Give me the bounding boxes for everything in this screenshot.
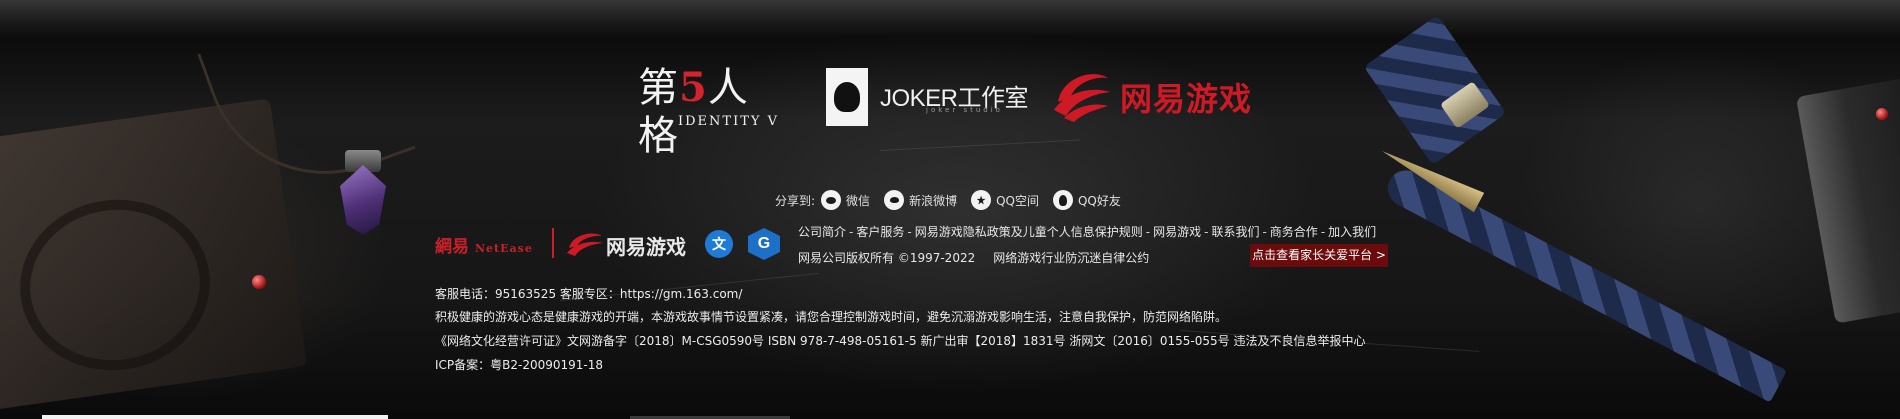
- red-pin-decoration: [1876, 108, 1888, 120]
- link-separator: -: [1204, 225, 1209, 239]
- link-netease-games[interactable]: 网易游戏: [1153, 225, 1201, 239]
- health-notice: 积极健康的游戏心态是健康游戏的开端，本游戏故事情节设置紧凑，请您合理控制游戏时间…: [435, 310, 1228, 324]
- service-info: 客服电话：95163525 客服专区：https://gm.163.com/: [435, 287, 743, 301]
- share-item-label: QQ好友: [1077, 193, 1121, 208]
- parent-care-button[interactable]: 点击查看家长关爱平台 >: [1250, 244, 1388, 267]
- share-qzone[interactable]: QQ空间: [971, 190, 1039, 210]
- g-badge-glyph: G: [757, 235, 771, 252]
- brand-divider: [552, 228, 554, 258]
- weibo-icon: [884, 190, 905, 210]
- icp-info[interactable]: ICP备案：粤B2-20090191-18: [435, 356, 603, 373]
- share-wechat[interactable]: 微信: [821, 190, 870, 210]
- red-pin-decoration: [252, 275, 266, 289]
- link-separator: -: [1145, 225, 1151, 239]
- link-separator: -: [849, 225, 854, 239]
- logo-number: 5: [679, 64, 708, 111]
- identity-v-title: 第5人格: [638, 64, 784, 160]
- self-discipline-link[interactable]: 网络游戏行业防沉迷自律公约: [993, 251, 1149, 265]
- footer-links: 公司简介 - 客户服务 - 网易游戏隐私政策及儿童个人信息保护规则 - 网易游戏 - 联系我们 -…: [798, 223, 1376, 240]
- bottom-scroll-indicator: [42, 415, 388, 419]
- identity-v-logo[interactable]: 第5人格 IDENTITY V: [638, 64, 784, 159]
- joker-studio-sub: joker studio: [926, 106, 1003, 114]
- joker-studio-logo[interactable]: JOKER工作室 joker studio: [826, 68, 1046, 126]
- logo-char: 第: [638, 65, 679, 111]
- culture-badge-icon[interactable]: 文: [705, 230, 733, 258]
- share-qq[interactable]: QQ好友: [1052, 190, 1121, 210]
- netease-games-small-logo[interactable]: 网易游戏: [566, 228, 691, 260]
- copyright-text: 网易公司版权所有 ©1997-2022: [798, 251, 976, 265]
- netease-brand-cn: 網易: [435, 237, 469, 257]
- netease-games-small-mark-icon: [567, 233, 603, 256]
- link-separator: -: [907, 225, 912, 239]
- netease-games-text: 网易游戏: [1120, 80, 1253, 118]
- share-item-label: QQ空间: [996, 193, 1039, 208]
- culture-badge-glyph: 文: [712, 237, 726, 253]
- share-weibo[interactable]: 新浪微博: [884, 190, 957, 210]
- copyright-row: 网易公司版权所有 ©1997-2022 网络游戏行业防沉迷自律公约: [798, 249, 1149, 266]
- share-item-label: 新浪微博: [909, 193, 958, 208]
- netease-brand-logo[interactable]: 網易 NetEase: [435, 232, 533, 257]
- identity-v-subtitle: IDENTITY V: [678, 114, 780, 129]
- netease-games-small-text: 网易游戏: [606, 235, 686, 259]
- license-info[interactable]: 《网络文化经营许可证》文网游备字〔2018〕M-CSG0590号 ISBN 97…: [435, 332, 1365, 349]
- wechat-icon: [821, 190, 842, 210]
- link-join-us[interactable]: 加入我们: [1328, 225, 1376, 239]
- share-item-label: 微信: [846, 193, 871, 208]
- netease-games-logo[interactable]: 网易游戏: [1052, 68, 1262, 122]
- share-label: 分享到:: [775, 193, 816, 208]
- link-customer-service[interactable]: 客户服务: [856, 225, 904, 239]
- link-privacy-policy[interactable]: 网易游戏隐私政策及儿童个人信息保护规则: [915, 225, 1143, 239]
- netease-brand-en: NetEase: [475, 242, 533, 255]
- link-contact-us[interactable]: 联系我们: [1211, 225, 1259, 239]
- share-bar: 分享到: 微信 新浪微博 QQ空间 QQ好友: [775, 190, 1135, 210]
- link-company-intro[interactable]: 公司简介: [798, 225, 846, 239]
- joker-emblem-icon: [826, 68, 868, 126]
- qq-icon: [1052, 190, 1073, 210]
- qzone-icon: [971, 190, 992, 210]
- link-business[interactable]: 商务合作: [1270, 225, 1318, 239]
- link-separator: -: [1262, 225, 1267, 239]
- link-separator: -: [1320, 225, 1326, 239]
- netease-games-mark-icon: [1054, 74, 1110, 122]
